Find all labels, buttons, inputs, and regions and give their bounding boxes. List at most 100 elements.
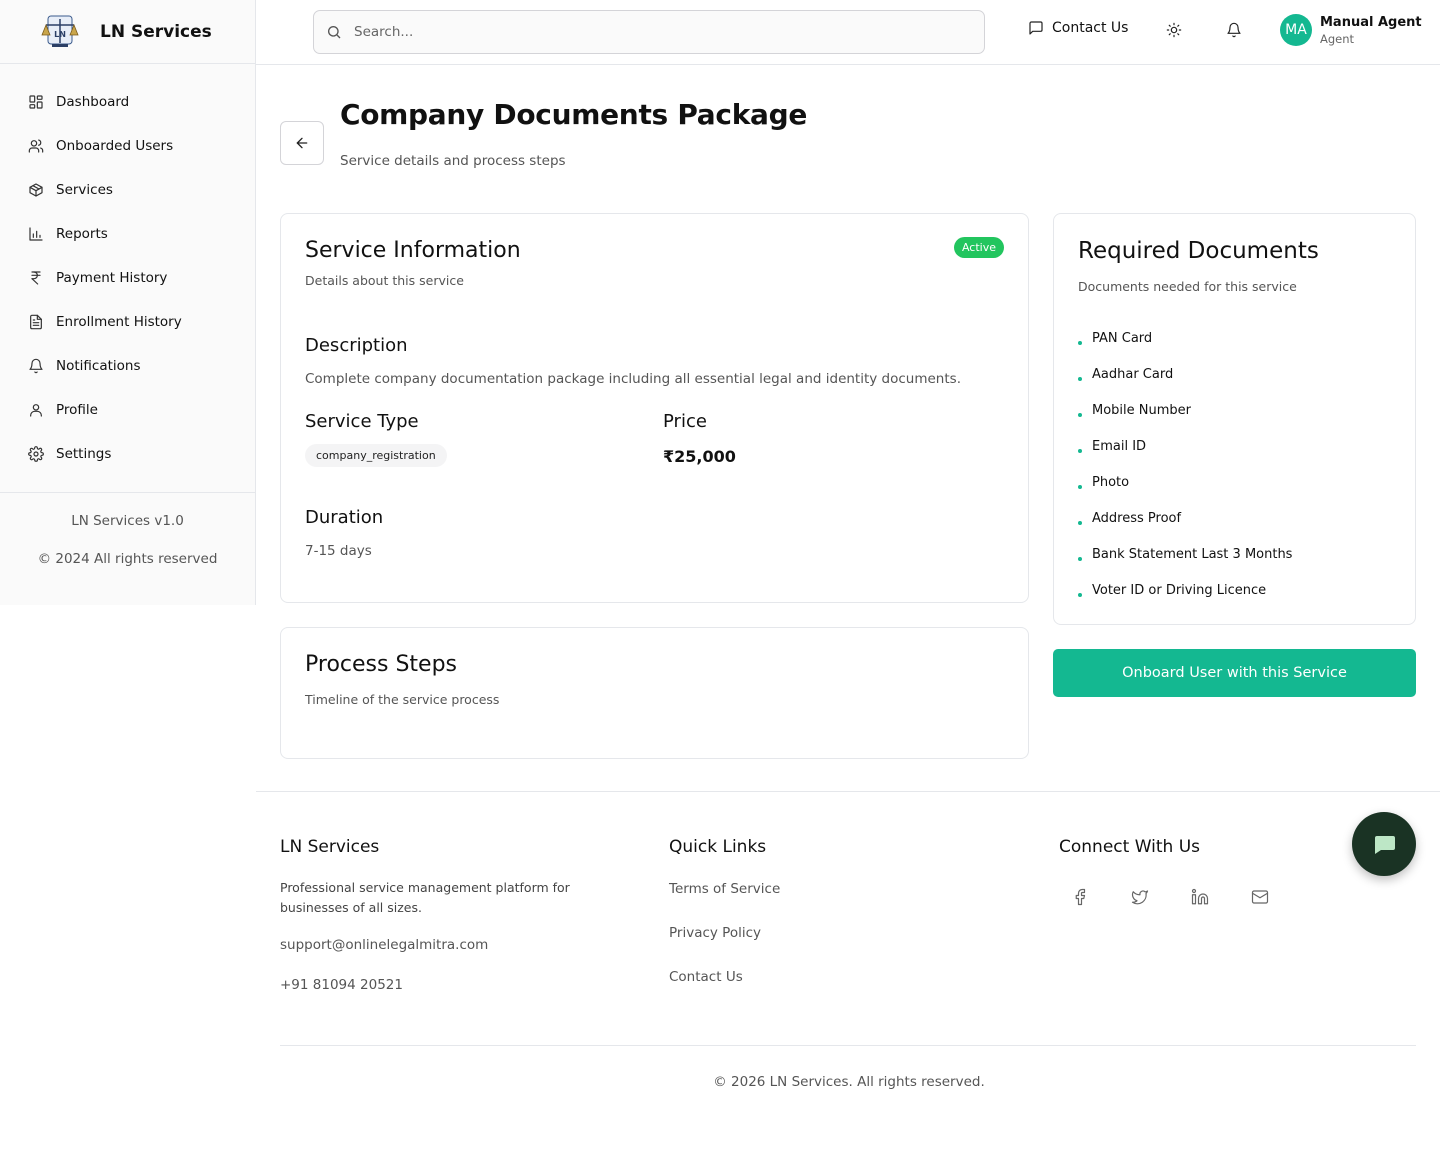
price-label: Price [663, 411, 707, 432]
gear-icon [28, 446, 44, 462]
package-icon [29, 183, 43, 197]
list-item: PAN Card [1078, 320, 1292, 356]
price-value: ₹25,000 [663, 447, 736, 466]
sidebar-item-reports[interactable]: Reports [0, 212, 255, 256]
card-title: Required Documents [1078, 238, 1319, 264]
document-name: Address Proof [1092, 510, 1182, 526]
sidebar-item-settings[interactable]: Settings [0, 432, 255, 476]
mail-link[interactable] [1251, 888, 1271, 908]
footer-description: Professional service management platform… [280, 880, 570, 915]
sidebar-item-label: Services [56, 182, 113, 198]
duration-value: 7-15 days [305, 543, 372, 559]
sidebar-item-payment-history[interactable]: Payment History [0, 256, 255, 300]
bell-icon [1227, 22, 1241, 38]
chat-bubble-icon [1375, 836, 1395, 854]
required-documents-card: Required Documents Documents needed for … [1053, 213, 1416, 625]
list-item: Email ID [1078, 428, 1292, 464]
bullet-icon [1078, 341, 1082, 345]
sidebar-footer: LN Services v1.0 © 2024 All rights reser… [0, 492, 255, 589]
brand[interactable]: LN LN Services [0, 0, 255, 64]
footer-link-contact[interactable]: Contact Us [669, 969, 743, 985]
footer-link-terms[interactable]: Terms of Service [669, 881, 780, 897]
card-subtitle: Details about this service [305, 273, 464, 288]
sidebar-item-dashboard[interactable]: Dashboard [0, 80, 255, 124]
bullet-icon [1078, 521, 1082, 525]
bullet-icon [1078, 449, 1082, 453]
document-list: PAN Card Aadhar Card Mobile Number Email… [1078, 320, 1292, 608]
service-information-card: Service Information Details about this s… [280, 213, 1029, 603]
chat-button[interactable] [1352, 812, 1416, 876]
document-name: Email ID [1092, 438, 1147, 454]
sidebar-item-label: Notifications [56, 358, 141, 374]
sidebar-item-onboarded-users[interactable]: Onboarded Users [0, 124, 255, 168]
sidebar-item-services[interactable]: Services [0, 168, 255, 212]
theme-toggle-button[interactable] [1166, 22, 1186, 42]
connect-title: Connect With Us [1059, 837, 1200, 857]
description-text: Complete company documentation package i… [305, 371, 961, 387]
footer-email[interactable]: support@onlinelegalmitra.com [280, 937, 488, 953]
service-type-chip: company_registration [305, 444, 447, 467]
sidebar-item-label: Enrollment History [56, 314, 182, 330]
bullet-icon [1078, 485, 1082, 489]
mail-icon [1251, 890, 1269, 904]
svg-text:LN: LN [54, 30, 66, 39]
document-name: Voter ID or Driving Licence [1092, 582, 1267, 598]
list-item: Photo [1078, 464, 1292, 500]
document-name: Photo [1092, 474, 1130, 490]
twitter-icon [1131, 890, 1149, 905]
card-title: Service Information [305, 238, 521, 263]
sidebar-item-notifications[interactable]: Notifications [0, 344, 255, 388]
dashboard-icon [29, 95, 43, 109]
footer-copyright: © 2026 LN Services. All rights reserved. [713, 1074, 985, 1090]
list-item: Bank Statement Last 3 Months [1078, 536, 1292, 572]
sidebar: LN LN Services Dashboard Onboarded Users… [0, 0, 256, 605]
twitter-link[interactable] [1131, 888, 1151, 908]
list-item: Address Proof [1078, 500, 1292, 536]
avatar: MA [1280, 14, 1312, 46]
bullet-icon [1078, 557, 1082, 561]
page-footer: LN Services Professional service managem… [256, 791, 1440, 1149]
document-name: Bank Statement Last 3 Months [1092, 546, 1293, 562]
bell-icon [29, 358, 43, 374]
notifications-button[interactable] [1226, 22, 1246, 42]
sidebar-item-label: Onboarded Users [56, 138, 174, 154]
onboard-user-button[interactable]: Onboard User with this Service [1053, 649, 1416, 697]
user-name: Manual Agent [1320, 14, 1422, 30]
page-subtitle: Service details and process steps [340, 153, 566, 169]
footer-phone[interactable]: +91 81094 20521 [280, 977, 403, 993]
linkedin-icon [1191, 888, 1209, 905]
sidebar-item-label: Payment History [56, 270, 168, 286]
search-icon [328, 26, 341, 39]
brand-name: LN Services [100, 21, 212, 42]
search-bar[interactable] [313, 10, 985, 54]
sidebar-item-label: Profile [56, 402, 98, 418]
file-text-icon [30, 314, 42, 330]
sidebar-item-enrollment-history[interactable]: Enrollment History [0, 300, 255, 344]
list-item: Mobile Number [1078, 392, 1292, 428]
linkedin-link[interactable] [1191, 888, 1211, 908]
quick-links-title: Quick Links [669, 837, 767, 857]
user-role: Agent [1320, 31, 1355, 46]
users-icon [28, 139, 44, 153]
rupee-icon [31, 271, 41, 285]
status-badge: Active [953, 237, 1004, 258]
bar-chart-icon [29, 227, 43, 241]
card-title: Process Steps [305, 652, 458, 677]
footer-link-privacy[interactable]: Privacy Policy [669, 925, 761, 941]
arrow-left-icon [296, 137, 308, 149]
top-header: Contact Us MA Manual Agent Agent [256, 0, 1440, 65]
document-name: PAN Card [1092, 330, 1153, 346]
facebook-link[interactable] [1071, 888, 1091, 908]
search-input[interactable] [354, 24, 954, 40]
sidebar-item-profile[interactable]: Profile [0, 388, 255, 432]
contact-us-button[interactable]: Contact Us [1028, 20, 1128, 36]
service-type-label: Service Type [305, 411, 419, 432]
back-button[interactable] [280, 121, 324, 165]
user-menu[interactable]: MA Manual Agent Agent [1280, 14, 1422, 46]
page-title: Company Documents Package [340, 98, 808, 131]
footer-brand-title: LN Services [280, 837, 380, 857]
sidebar-item-label: Reports [56, 226, 108, 242]
sidebar-copyright: © 2024 All rights reserved [37, 551, 218, 567]
bullet-icon [1078, 593, 1082, 597]
app-version: LN Services v1.0 [71, 513, 184, 529]
